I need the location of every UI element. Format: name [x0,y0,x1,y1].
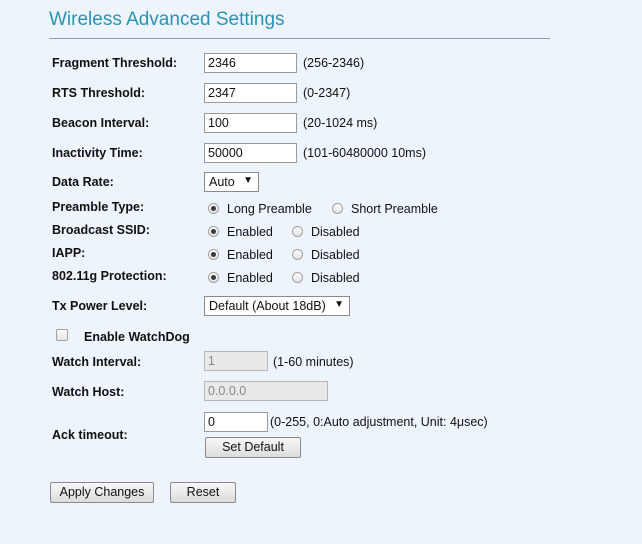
beacon-interval-input[interactable]: 100 [204,113,297,133]
tx-power-select[interactable]: Default (About 18dB) ▼ [204,296,350,316]
watch-interval-input[interactable]: 1 [204,351,268,371]
tx-power-label: Tx Power Level: [52,299,148,313]
data-rate-label: Data Rate: [52,175,114,189]
dropdown-arrow-icon: ▼ [334,299,344,310]
watchdog-checkbox[interactable] [56,329,68,341]
broadcast-ssid-disabled-radio[interactable] [292,226,303,237]
inactivity-time-input[interactable]: 50000 [204,143,297,163]
protection-disabled-radio[interactable] [292,272,303,283]
broadcast-ssid-enabled-radio[interactable] [208,226,219,237]
iapp-enabled-label: Enabled [227,248,273,262]
broadcast-ssid-disabled-label: Disabled [311,225,360,239]
ack-timeout-hint: (0-255, 0:Auto adjustment, Unit: 4μsec) [270,415,488,429]
watch-interval-hint: (1-60 minutes) [273,355,354,369]
inactivity-time-label: Inactivity Time: [52,146,143,160]
data-rate-selected: Auto [209,175,235,189]
apply-changes-button[interactable]: Apply Changes [50,482,154,503]
page-title: Wireless Advanced Settings [49,9,285,30]
inactivity-time-hint: (101-60480000 10ms) [303,146,426,160]
preamble-short-label: Short Preamble [351,202,438,216]
reset-button[interactable]: Reset [170,482,236,503]
protection-enabled-radio[interactable] [208,272,219,283]
set-default-button[interactable]: Set Default [205,437,301,458]
iapp-label: IAPP: [52,246,86,260]
broadcast-ssid-enabled-label: Enabled [227,225,273,239]
watch-host-input[interactable]: 0.0.0.0 [204,381,328,401]
dropdown-arrow-icon: ▼ [243,175,253,186]
fragment-threshold-hint: (256-2346) [303,56,365,70]
watchdog-label: Enable WatchDog [84,330,190,344]
iapp-enabled-radio[interactable] [208,249,219,260]
ack-timeout-label: Ack timeout: [52,428,128,442]
broadcast-ssid-label: Broadcast SSID: [52,223,150,237]
preamble-short-radio[interactable] [332,203,343,214]
ack-timeout-input[interactable]: 0 [204,412,268,432]
rts-threshold-input[interactable]: 2347 [204,83,297,103]
watch-interval-label: Watch Interval: [52,355,142,369]
watch-host-label: Watch Host: [52,385,125,399]
beacon-interval-hint: (20-1024 ms) [303,116,378,130]
preamble-long-radio[interactable] [208,203,219,214]
fragment-threshold-input[interactable]: 2346 [204,53,297,73]
title-divider [49,38,550,39]
data-rate-select[interactable]: Auto ▼ [204,172,259,192]
fragment-threshold-label: Fragment Threshold: [52,56,178,70]
iapp-disabled-label: Disabled [311,248,360,262]
beacon-interval-label: Beacon Interval: [52,116,150,130]
preamble-long-label: Long Preamble [227,202,312,216]
tx-power-selected: Default (About 18dB) [209,299,326,313]
rts-threshold-label: RTS Threshold: [52,86,146,100]
protection-disabled-label: Disabled [311,271,360,285]
preamble-type-label: Preamble Type: [52,200,145,214]
protection-label: 802.11g Protection: [52,269,167,283]
protection-enabled-label: Enabled [227,271,273,285]
rts-threshold-hint: (0-2347) [303,86,351,100]
iapp-disabled-radio[interactable] [292,249,303,260]
